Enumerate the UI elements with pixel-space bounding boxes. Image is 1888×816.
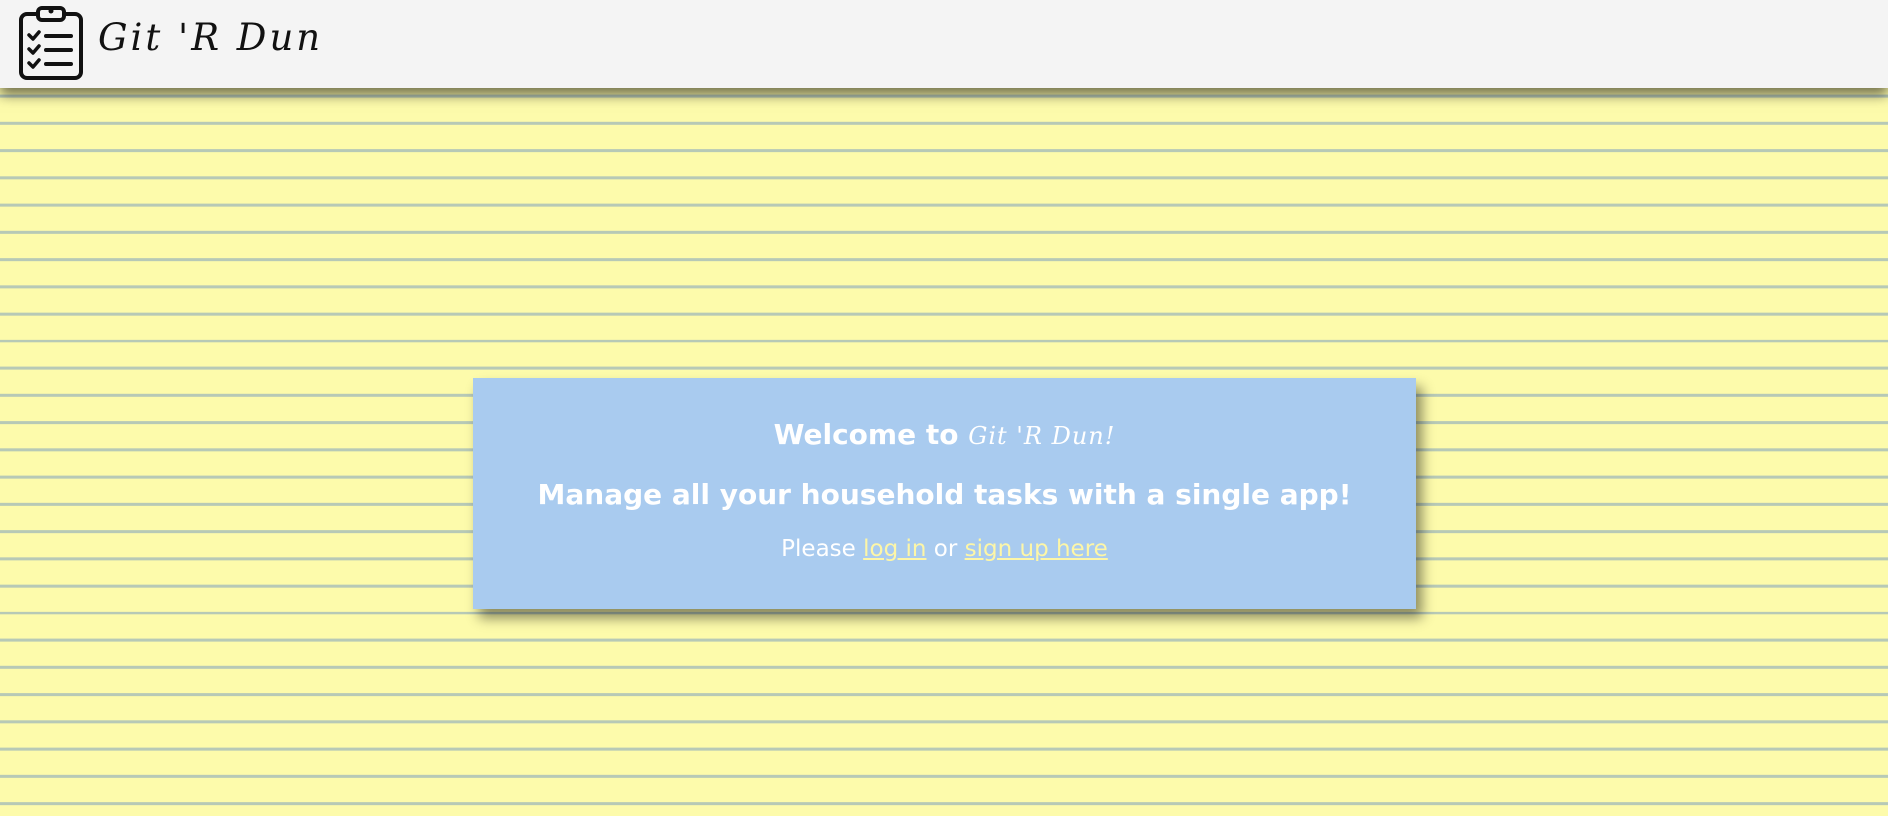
welcome-heading-prefix: Welcome to: [773, 418, 969, 451]
welcome-heading: Welcome to Git 'R Dun!: [473, 418, 1416, 451]
login-link[interactable]: log in: [863, 536, 926, 562]
welcome-heading-brand: Git 'R Dun!: [968, 422, 1116, 450]
signup-link[interactable]: sign up here: [965, 536, 1108, 562]
tagline: Manage all your household tasks with a s…: [537, 478, 1352, 511]
welcome-card: Welcome to Git 'R Dun! Manage all your h…: [473, 378, 1416, 609]
auth-prompt-prefix: Please: [781, 536, 864, 562]
clipboard-checklist-icon[interactable]: [18, 5, 84, 81]
auth-prompt-middle: or: [926, 536, 965, 562]
top-navbar: Git 'R Dun: [0, 0, 1888, 88]
brand-name[interactable]: Git 'R Dun: [98, 16, 323, 59]
auth-prompt: Please log in or sign up here: [473, 536, 1416, 562]
